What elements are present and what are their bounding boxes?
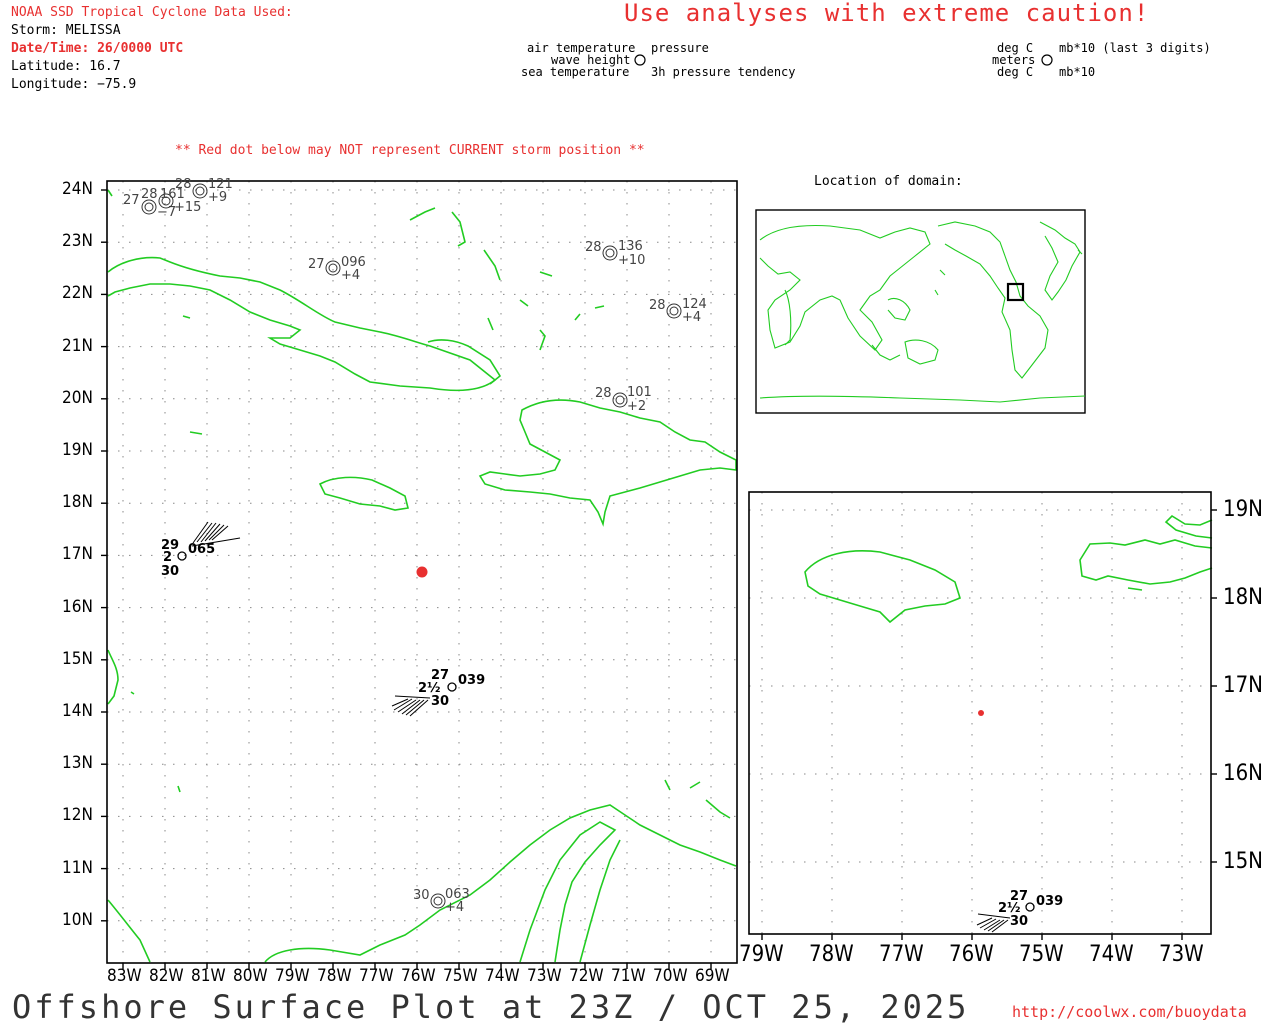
lat-tick-label: 16N <box>1223 761 1263 786</box>
lat-tick-label: 15N <box>1223 849 1263 874</box>
ship-sea-temp: 30 <box>1010 914 1028 929</box>
lon-tick-label: 75W <box>1019 942 1064 967</box>
storm-position-dot <box>978 710 984 716</box>
lon-tick-label: 79W <box>739 942 784 967</box>
lat-tick-label: 17N <box>1223 673 1263 698</box>
lon-tick-label: 74W <box>1089 942 1134 967</box>
source-url[interactable]: http://coolwx.com/buoydata <box>1012 1003 1247 1021</box>
ship-plot: 27 2½ 30 039 <box>976 889 1063 933</box>
zoom-map-ticks <box>761 509 1217 940</box>
ship-pressure: 039 <box>1036 894 1063 909</box>
lon-tick-label: 77W <box>879 942 924 967</box>
small-island <box>1127 587 1143 591</box>
lon-tick-label: 76W <box>949 942 994 967</box>
plot-title: Offshore Surface Plot at 23Z / OCT 25, 2… <box>12 988 970 1026</box>
lat-tick-label: 19N <box>1223 497 1263 522</box>
wind-barb-icon <box>976 913 1011 933</box>
jamaica-coast <box>804 550 961 624</box>
lon-tick-label: 73W <box>1159 942 1204 967</box>
lat-tick-label: 18N <box>1223 585 1263 610</box>
hispaniola-coast <box>1079 514 1213 585</box>
lon-tick-label: 78W <box>809 942 854 967</box>
zoom-map-coastline <box>804 514 1213 624</box>
zoom-map: 27 2½ 30 039 <box>748 491 1217 940</box>
